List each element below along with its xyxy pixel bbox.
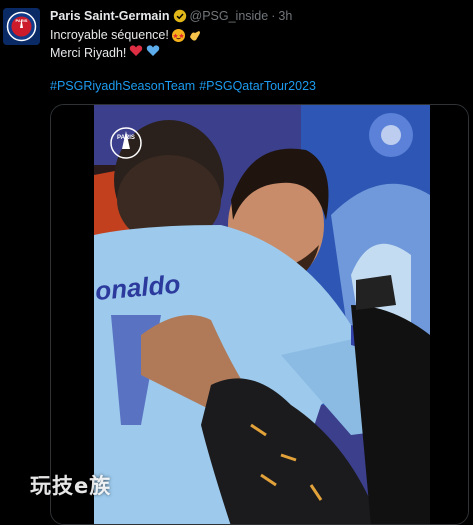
psg-crest-icon: PARIS bbox=[3, 8, 40, 45]
tweet-text: Incroyable séquence! Merci Riyadh! bbox=[50, 27, 201, 62]
blue-heart-emoji-icon bbox=[146, 44, 160, 62]
watermark-text: 玩技e族 bbox=[30, 474, 112, 498]
hashtag-psg-qatar[interactable]: #PSGQatarTour2023 bbox=[199, 79, 316, 93]
tweet-header: Paris Saint-Germain @PSG_inside · 3h bbox=[50, 9, 292, 23]
star-struck-emoji-icon bbox=[171, 29, 185, 42]
timestamp[interactable]: 3h bbox=[278, 9, 292, 23]
separator: · bbox=[271, 9, 276, 23]
red-heart-emoji-icon bbox=[129, 44, 143, 62]
clapping-hands-emoji-icon bbox=[188, 29, 201, 42]
tweet-line-2: Merci Riyadh! bbox=[50, 45, 127, 60]
author-name[interactable]: Paris Saint-Germain bbox=[50, 9, 170, 23]
hashtag-psg-riyadh[interactable]: #PSGRiyadhSeasonTeam bbox=[50, 79, 195, 93]
tweet[interactable]: PARIS Paris Saint-Germain @PSG_inside · … bbox=[0, 0, 473, 525]
tweet-media-photo[interactable]: PARIS onaldo bbox=[50, 104, 469, 525]
avatar-text: PARIS bbox=[16, 18, 28, 23]
hashtags: #PSGRiyadhSeasonTeam #PSGQatarTour2023 bbox=[50, 79, 316, 93]
tweet-line-1: Incroyable séquence! bbox=[50, 28, 169, 42]
photo-badge-text: PARIS bbox=[117, 135, 135, 141]
verified-badge-icon bbox=[173, 9, 187, 23]
author-handle[interactable]: @PSG_inside bbox=[190, 9, 269, 23]
photo-hug-illustration: PARIS onaldo bbox=[51, 105, 468, 524]
author-avatar[interactable]: PARIS bbox=[3, 8, 40, 45]
